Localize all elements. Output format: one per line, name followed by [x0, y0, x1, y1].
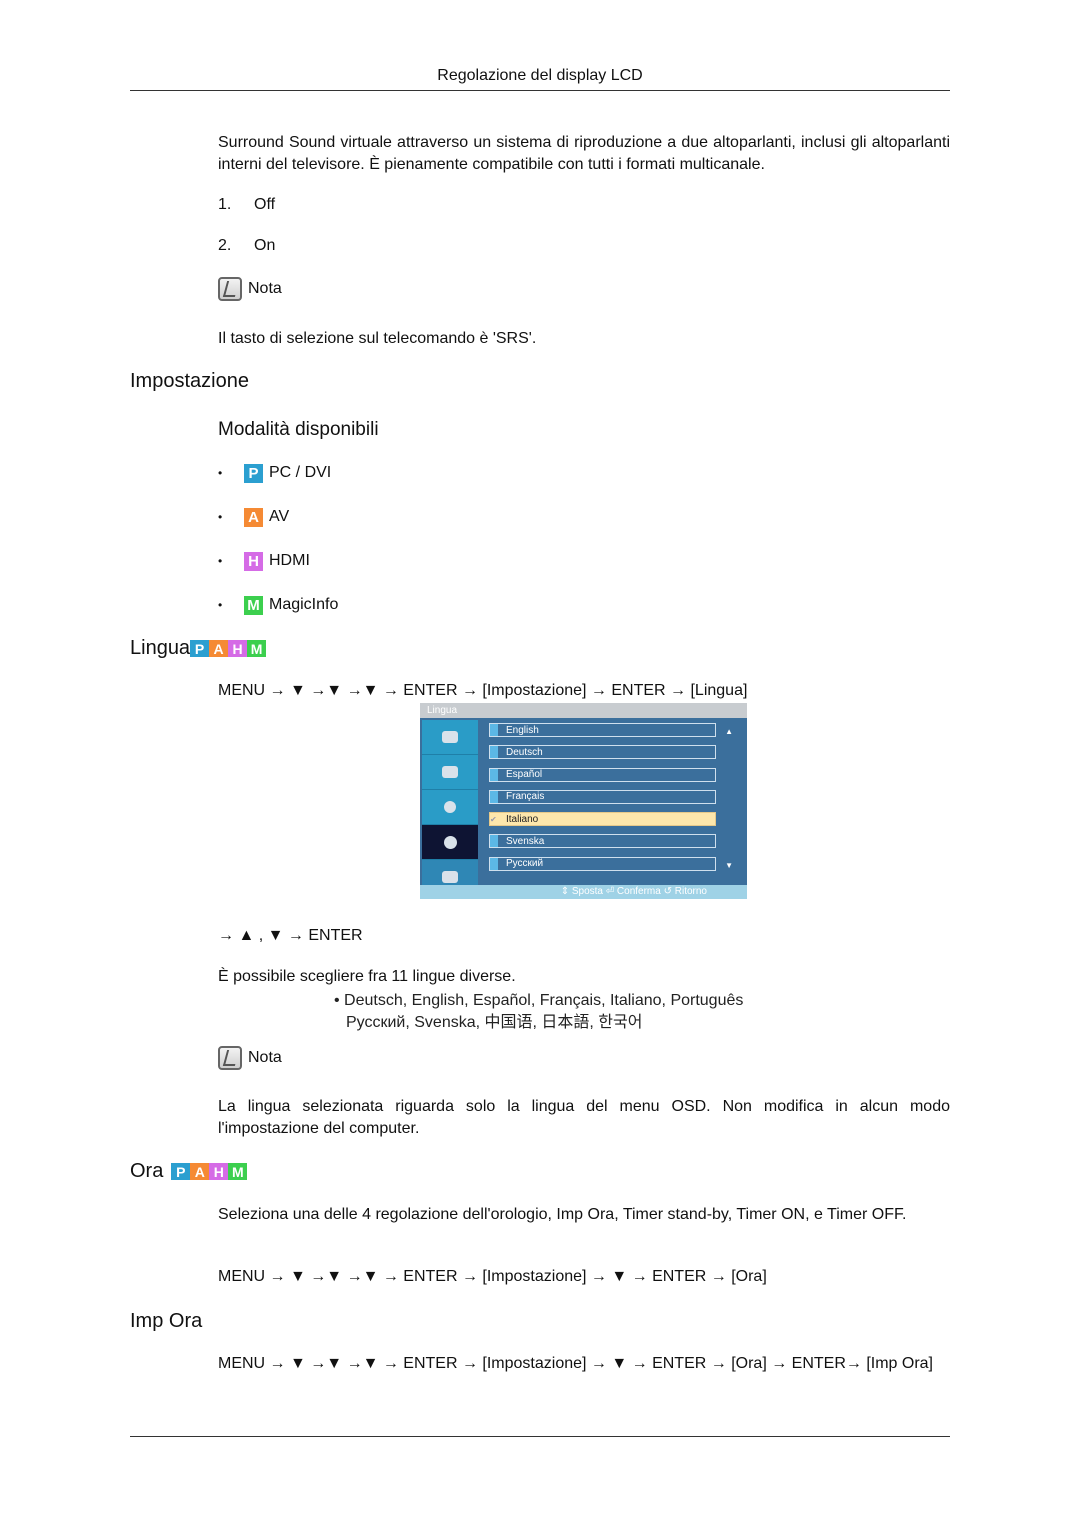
note-label: Nota	[248, 1049, 282, 1066]
note-heading: Nota	[218, 277, 950, 301]
ora-heading-text: Ora	[130, 1160, 164, 1182]
scroll-up-icon[interactable]: ▲	[725, 727, 733, 736]
note-pencil-icon	[218, 1046, 242, 1070]
osd-lang-option[interactable]: Deutsch	[489, 745, 716, 760]
osd-lang-option[interactable]: English	[489, 723, 716, 737]
page-header-title: Regolazione del display LCD	[437, 67, 643, 84]
option-number: 2.	[218, 237, 232, 254]
av-mode-icon: A	[209, 640, 229, 657]
hdmi-mode-icon: H	[209, 1163, 229, 1180]
mode-label: MagicInfo	[269, 596, 339, 613]
option-label: Off	[254, 196, 276, 213]
languages-line-2: Русский, Svenska, 中国语, 日本語, 한국어	[346, 1014, 643, 1031]
osd-lang-option-selected[interactable]: ✔ Italiano	[489, 812, 716, 827]
pc-mode-icon: P	[190, 640, 210, 657]
pc-mode-icon: P	[244, 463, 263, 483]
option-item-on: 2. On	[218, 235, 950, 257]
mode-item-pc: • P PC / DVI	[218, 463, 332, 483]
scroll-down-icon[interactable]: ▼	[725, 861, 733, 870]
osd-language-menu: Lingua English Deutsch Español Français …	[420, 703, 747, 899]
languages-line-1: • Deutsch, English, Español, Français, I…	[334, 992, 744, 1009]
mode-item-av: • A AV	[218, 507, 290, 527]
option-number: 1.	[218, 196, 232, 213]
note-label: Nota	[248, 280, 282, 297]
osd-sidebar	[422, 720, 478, 895]
language-count-info: È possibile scegliere fra 11 lingue dive…	[218, 968, 516, 985]
hdmi-mode-icon: H	[228, 640, 248, 657]
note-text: La lingua selezionata riguarda solo la l…	[218, 1098, 950, 1137]
osd-channel-icon[interactable]	[422, 790, 478, 825]
option-item-off: 1. Off	[218, 194, 950, 216]
section-heading-lingua: Lingua P A H M	[130, 637, 267, 660]
nav-instruction: → ▲ , ▼ → ENTER	[218, 927, 363, 944]
header-divider	[130, 90, 950, 91]
section-heading-imp-ora: Imp Ora	[130, 1310, 203, 1332]
osd-lang-option[interactable]: Русский	[489, 856, 716, 871]
osd-setup-gear-icon[interactable]	[422, 825, 478, 860]
magicinfo-mode-icon: M	[244, 595, 263, 615]
pc-mode-icon: P	[171, 1163, 191, 1180]
menu-path-imp-ora: MENU → ▼ →▼ →▼ → ENTER → [Impostazione] …	[218, 1355, 933, 1372]
mode-badges: P A H M	[171, 1163, 248, 1180]
lingua-heading-text: Lingua	[130, 637, 191, 659]
mode-item-hdmi: • H HDMI	[218, 551, 310, 571]
av-mode-icon: A	[190, 1163, 210, 1180]
osd-lang-option[interactable]: Español	[489, 767, 716, 782]
mode-label: HDMI	[269, 552, 310, 569]
mode-badges: P A H M	[190, 640, 267, 657]
option-timer-on: Timer ON	[736, 1206, 806, 1223]
hdmi-mode-icon: H	[244, 551, 263, 571]
ora-description: Seleziona una delle 4 regolazione dell'o…	[218, 1206, 907, 1223]
option-imp-ora: Imp Ora	[556, 1206, 615, 1223]
osd-footer-hints: ⇕ Sposta ⏎ Conferma ↺ Ritorno	[420, 885, 747, 899]
supported-languages: • Deutsch, English, Español, Français, I…	[334, 990, 743, 1034]
osd-sound-icon[interactable]	[422, 755, 478, 790]
mode-label: PC / DVI	[269, 464, 332, 481]
note-text: Il tasto di selezione sul telecomando è …	[218, 330, 537, 347]
checkmark-icon: ✔	[490, 814, 497, 824]
option-label: On	[254, 237, 276, 254]
osd-language-list: English Deutsch Español Français ✔ Italia…	[489, 723, 716, 879]
modes-list: • P PC / DVI • A AV • H HDMI • M MagicInfo	[218, 462, 338, 616]
osd-title: Lingua	[420, 703, 747, 718]
option-timer-off: Timer OFF	[827, 1206, 902, 1223]
note-pencil-icon	[218, 277, 242, 301]
mode-item-magicinfo: • M MagicInfo	[218, 595, 339, 615]
osd-picture-icon[interactable]	[422, 720, 478, 755]
magicinfo-mode-icon: M	[228, 1163, 248, 1180]
note-heading: Nota	[218, 1046, 950, 1070]
option-timer-standby: Timer stand-by	[622, 1206, 728, 1223]
osd-lang-option[interactable]: Svenska	[489, 834, 716, 849]
mode-label: AV	[269, 508, 290, 525]
section-heading-ora: Ora P A H M	[130, 1160, 248, 1183]
magicinfo-mode-icon: M	[247, 640, 267, 657]
menu-path-lingua: MENU → ▼ →▼ →▼ → ENTER → [Impostazione] …	[218, 682, 748, 699]
subheading-modalita: Modalità disponibili	[218, 419, 379, 440]
section-heading-impostazione: Impostazione	[130, 370, 249, 392]
av-mode-icon: A	[244, 507, 263, 527]
osd-lang-option[interactable]: Français	[489, 789, 716, 804]
intro-paragraph: Surround Sound virtuale attraverso un si…	[218, 134, 950, 173]
footer-divider	[130, 1436, 950, 1437]
menu-path-ora: MENU → ▼ →▼ →▼ → ENTER → [Impostazione] …	[218, 1268, 767, 1285]
